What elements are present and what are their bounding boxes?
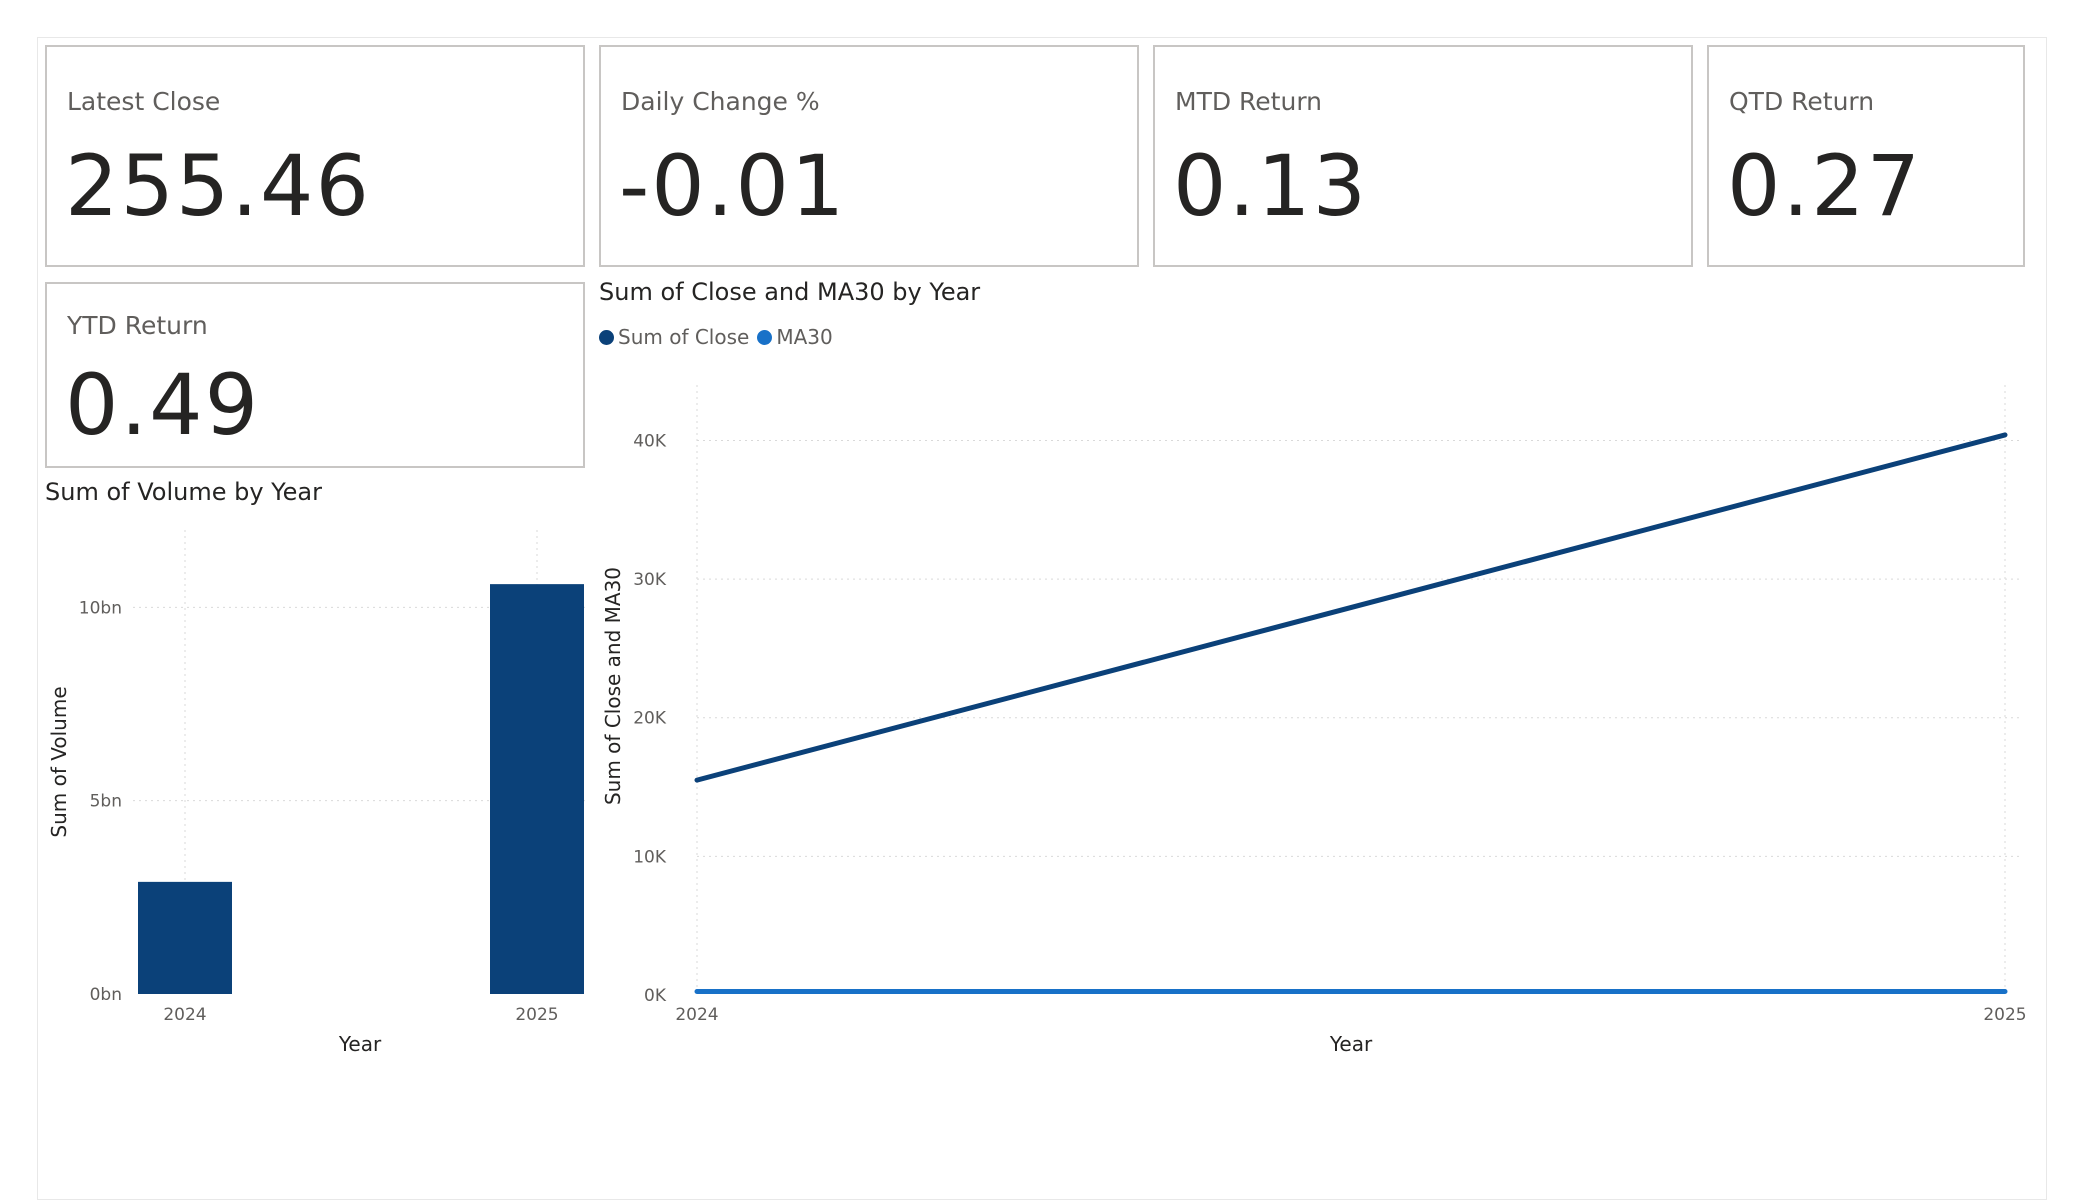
report-canvas: Latest Close 255.46 Daily Change % -0.01…: [0, 0, 2075, 1200]
x-axis-title: Year: [338, 1032, 382, 1056]
bar-2025: [490, 584, 584, 994]
y-tick-label: 0bn: [90, 985, 122, 1005]
y-tick-label: 10bn: [79, 598, 122, 618]
volume-bar-chart[interactable]: 0bn 5bn 10bn 2024 2025 Year Sum of Volume: [0, 0, 2075, 1200]
x-tick-label: 2025: [515, 1005, 558, 1025]
y-tick-label: 5bn: [90, 792, 122, 812]
y-axis-title: Sum of Volume: [47, 686, 71, 837]
x-tick-label: 2024: [163, 1005, 206, 1025]
bar-2024: [138, 881, 232, 994]
